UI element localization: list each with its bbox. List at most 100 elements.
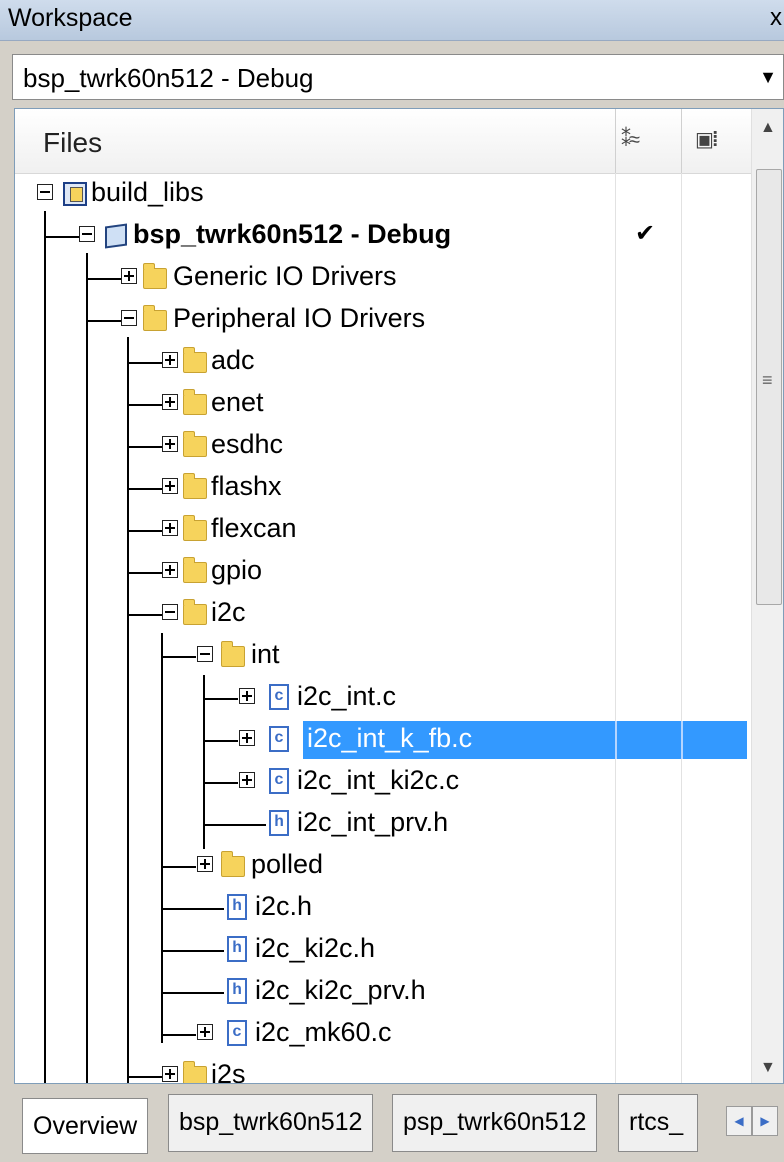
c-file-icon: c xyxy=(269,726,289,752)
expand-toggle[interactable] xyxy=(162,352,178,368)
expand-toggle[interactable] xyxy=(162,436,178,452)
tree-label: i2c_ki2c.h xyxy=(255,933,376,963)
files-header: Files ⁑≈ ▣⁞ xyxy=(15,109,751,174)
tab-bsp[interactable]: bsp_twrk60n512 xyxy=(168,1094,374,1152)
expand-toggle[interactable] xyxy=(197,856,213,872)
tree-label: esdhc xyxy=(211,429,284,459)
tree-row-folder[interactable]: flexcan xyxy=(15,509,751,551)
tree-row-folder[interactable]: flashx xyxy=(15,467,751,509)
c-file-icon: c xyxy=(269,768,289,794)
tree-row-file-selected[interactable]: c i2c_int_k_fb.c xyxy=(15,719,751,761)
folder-icon xyxy=(183,431,207,457)
scroll-thumb[interactable]: ≡ xyxy=(756,169,782,605)
tree-label: bsp_twrk60n512 - Debug xyxy=(133,219,452,249)
c-file-icon: c xyxy=(269,684,289,710)
tree-label: i2c_int_prv.h xyxy=(297,807,449,837)
folder-icon xyxy=(221,641,245,667)
project-icon xyxy=(105,223,127,249)
tree-row-workspace[interactable]: build_libs xyxy=(15,173,751,215)
tree-label: i2c xyxy=(211,597,246,627)
tab-rtcs[interactable]: rtcs_ xyxy=(618,1094,698,1152)
workspace-tabs: Overview bsp_twrk60n512 psp_twrk60n512 r… xyxy=(14,1094,784,1158)
expand-toggle[interactable] xyxy=(162,520,178,536)
tree-row-folder[interactable]: enet xyxy=(15,383,751,425)
tree-label: i2c_int.c xyxy=(297,681,397,711)
collapse-toggle[interactable] xyxy=(162,604,178,620)
workspace-icon xyxy=(63,182,87,206)
configuration-dropdown[interactable]: bsp_twrk60n512 - Debug ▼ xyxy=(12,54,784,100)
folder-icon xyxy=(183,557,207,583)
tree-row-file[interactable]: c i2c_mk60.c xyxy=(15,1013,751,1055)
tab-overview[interactable]: Overview xyxy=(22,1098,149,1154)
h-file-icon: h xyxy=(227,936,247,962)
files-panel: Files ⁑≈ ▣⁞ build_libs bsp_twrk60n512 - … xyxy=(14,108,784,1084)
tree-row-folder[interactable]: esdhc xyxy=(15,425,751,467)
tree-row-file[interactable]: h i2c_ki2c_prv.h xyxy=(15,971,751,1013)
expand-toggle[interactable] xyxy=(239,772,255,788)
expand-toggle[interactable] xyxy=(197,1024,213,1040)
folder-icon xyxy=(183,515,207,541)
vertical-scrollbar[interactable]: ▲ ≡ ▼ xyxy=(751,109,783,1083)
c-file-icon: c xyxy=(227,1020,247,1046)
tab-psp[interactable]: psp_twrk60n512 xyxy=(392,1094,598,1152)
expand-toggle[interactable] xyxy=(162,1066,178,1082)
folder-icon xyxy=(183,599,207,625)
expand-toggle[interactable] xyxy=(239,688,255,704)
tree-label: Generic IO Drivers xyxy=(173,261,397,291)
sort-icon[interactable]: ⁑≈ xyxy=(621,127,640,152)
expand-toggle[interactable] xyxy=(162,562,178,578)
folder-icon xyxy=(143,305,167,331)
output-icon[interactable]: ▣⁞ xyxy=(695,127,719,152)
close-icon[interactable]: x xyxy=(770,4,782,32)
folder-icon xyxy=(183,347,207,373)
collapse-toggle[interactable] xyxy=(37,184,53,200)
tree-row-file[interactable]: h i2c.h xyxy=(15,887,751,929)
tree-row-file[interactable]: c i2c_int.c xyxy=(15,677,751,719)
tab-scroll-left-icon[interactable]: ◀ xyxy=(726,1106,752,1136)
folder-icon xyxy=(143,263,167,289)
scroll-down-icon[interactable]: ▼ xyxy=(760,1059,776,1077)
tree-label: adc xyxy=(211,345,255,375)
tree-label: i2c_mk60.c xyxy=(255,1017,392,1047)
tree-label: gpio xyxy=(211,555,263,585)
h-file-icon: h xyxy=(227,978,247,1004)
scroll-up-icon[interactable]: ▲ xyxy=(760,119,776,137)
tree-row-folder[interactable]: int xyxy=(15,635,751,677)
folder-icon xyxy=(221,851,245,877)
configuration-value: bsp_twrk60n512 - Debug xyxy=(23,63,314,93)
tree-row-file[interactable]: h i2c_int_prv.h xyxy=(15,803,751,845)
collapse-toggle[interactable] xyxy=(79,226,95,242)
tree-label: i2c_ki2c_prv.h xyxy=(255,975,426,1005)
tree-row-project[interactable]: bsp_twrk60n512 - Debug ✔ xyxy=(15,215,751,257)
tree-label: i2c.h xyxy=(255,891,313,921)
tree-label: enet xyxy=(211,387,264,417)
folder-icon xyxy=(183,1061,207,1083)
h-file-icon: h xyxy=(269,810,289,836)
expand-toggle[interactable] xyxy=(162,478,178,494)
workspace-titlebar: Workspace x xyxy=(0,0,784,41)
tree-row-file[interactable]: c i2c_int_ki2c.c xyxy=(15,761,751,803)
tree-row-folder[interactable]: Peripheral IO Drivers xyxy=(15,299,751,341)
tree-row-folder[interactable]: i2s xyxy=(15,1055,751,1084)
tree-row-folder[interactable]: Generic IO Drivers xyxy=(15,257,751,299)
collapse-toggle[interactable] xyxy=(197,646,213,662)
files-column-header[interactable]: Files xyxy=(43,127,102,159)
tree-label: Peripheral IO Drivers xyxy=(173,303,426,333)
file-tree: build_libs bsp_twrk60n512 - Debug ✔ Gene… xyxy=(15,173,751,1083)
tree-row-file[interactable]: h i2c_ki2c.h xyxy=(15,929,751,971)
tree-label: i2s xyxy=(211,1059,246,1084)
tree-label: polled xyxy=(251,849,324,879)
collapse-toggle[interactable] xyxy=(121,310,137,326)
tree-row-folder[interactable]: polled xyxy=(15,845,751,887)
folder-icon xyxy=(183,473,207,499)
chevron-down-icon[interactable]: ▼ xyxy=(759,67,777,88)
tree-label: flashx xyxy=(211,471,282,501)
tree-row-folder[interactable]: gpio xyxy=(15,551,751,593)
expand-toggle[interactable] xyxy=(121,268,137,284)
check-icon: ✔ xyxy=(635,220,656,247)
tree-row-folder[interactable]: i2c xyxy=(15,593,751,635)
expand-toggle[interactable] xyxy=(239,730,255,746)
expand-toggle[interactable] xyxy=(162,394,178,410)
tree-row-folder[interactable]: adc xyxy=(15,341,751,383)
tab-scroll-right-icon[interactable]: ▶ xyxy=(752,1106,778,1136)
